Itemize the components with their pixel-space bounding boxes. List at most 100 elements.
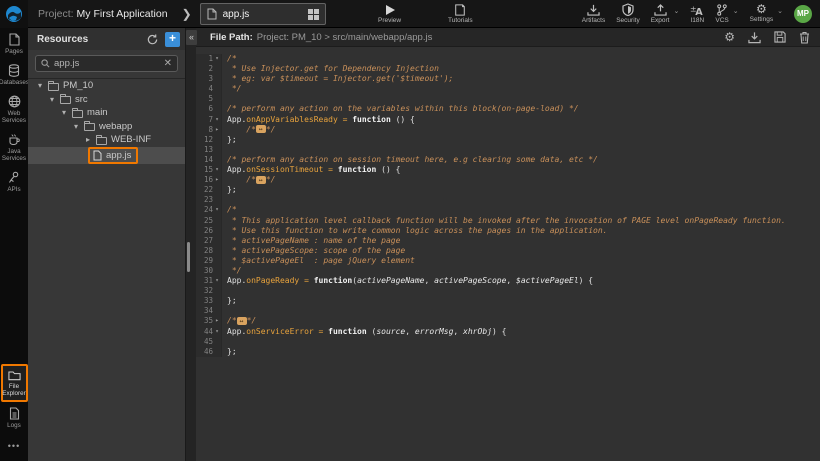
editor-settings-gear-icon[interactable]: ⚙ [724,31,735,43]
tree-item-folder[interactable]: ▾ main [28,106,185,120]
code-line[interactable]: /* perform any action on the variables w… [222,104,820,114]
code-line[interactable]: * $activePageEl : page jQuery element [222,256,820,266]
code-line[interactable]: App.onAppVariablesReady = function () { [222,115,820,125]
vcs-chevron-icon[interactable]: ⌄ [733,7,739,15]
gutter-line[interactable]: 14 [196,155,221,165]
vcs-button[interactable]: VCS [715,4,728,24]
tree-item-folder[interactable]: ▾ webapp [28,120,185,134]
gutter-line[interactable]: 5 [196,94,221,104]
code-line[interactable]: /*↔*/ [222,316,820,326]
open-file-tab[interactable]: app.js [200,3,326,25]
settings-chevron-icon[interactable]: ⌄ [777,7,783,15]
save-icon[interactable] [774,31,786,43]
code-line[interactable]: }; [222,135,820,145]
code-line[interactable] [222,94,820,104]
gutter-line[interactable]: 33 [196,296,221,306]
refresh-icon[interactable] [147,34,158,45]
download-file-icon[interactable] [748,31,761,44]
gutter-line[interactable]: 8▸ [196,125,221,135]
app-logo[interactable] [0,0,28,28]
tree-item-file-selected[interactable]: app.js [28,147,185,164]
gutter-line[interactable]: 23 [196,195,221,205]
user-avatar[interactable]: MP [794,5,812,23]
code-line[interactable] [222,306,820,316]
sidebar-item-databases[interactable]: Databases [0,59,28,90]
code-line[interactable]: * activePageName : name of the page [222,236,820,246]
code-line[interactable] [222,145,820,155]
sidebar-item-file-explorer[interactable]: File Explorer [1,364,28,402]
tree-item-folder[interactable]: ▾ src [28,93,185,107]
fold-closed-icon[interactable]: ▸ [213,125,221,135]
gutter-line[interactable]: 30 [196,266,221,276]
code-line[interactable]: /*↔*/ [222,125,820,135]
gutter-line[interactable]: 1▾ [196,54,221,64]
caret-icon[interactable]: ▸ [84,135,92,144]
code-line[interactable]: */ [222,84,820,94]
code-line[interactable]: /*↔*/ [222,175,820,185]
sidebar-item-logs[interactable]: Logs [0,402,28,433]
code-line[interactable]: /* [222,205,820,215]
sidebar-more-button[interactable]: ••• [8,433,20,461]
gutter-line[interactable]: 27 [196,236,221,246]
gutter-line[interactable]: 16▸ [196,175,221,185]
collapsed-fold-pill[interactable]: ↔ [237,317,247,325]
delete-trash-icon[interactable] [799,31,810,44]
code-line[interactable]: * Use Injector.get for Dependency Inject… [222,64,820,74]
sidebar-item-pages[interactable]: Pages [0,28,28,59]
fold-open-icon[interactable]: ▾ [213,327,221,337]
gutter-line[interactable]: 29 [196,256,221,266]
export-chevron-icon[interactable]: ⌄ [674,7,680,15]
gutter-line[interactable]: 2 [196,64,221,74]
collapsed-fold-pill[interactable]: ↔ [256,176,266,184]
gutter-line[interactable]: 7▾ [196,115,221,125]
i18n-button[interactable]: ± A I18N [690,4,704,24]
collapsed-fold-pill[interactable]: ↔ [256,125,266,133]
scrollbar-thumb[interactable] [187,242,190,272]
project-breadcrumb[interactable]: Project: My First Application [38,8,168,20]
code-line[interactable]: App.onServiceError = function (source, e… [222,327,820,337]
caret-icon[interactable]: ▾ [60,108,68,117]
fold-open-icon[interactable]: ▾ [213,276,221,286]
collapse-panel-button[interactable]: « [186,30,197,45]
code-line[interactable]: }; [222,185,820,195]
gutter-line[interactable]: 12 [196,135,221,145]
sidebar-item-web-services[interactable]: Web Services [0,90,28,128]
export-button[interactable]: Export [651,4,670,24]
tree-item-folder[interactable]: ▸ WEB-INF [28,133,185,147]
fold-open-icon[interactable]: ▾ [213,115,221,125]
code-line[interactable]: * eg: var $timeout = Injector.get('$time… [222,74,820,84]
fold-open-icon[interactable]: ▾ [213,54,221,64]
sidebar-item-java-services[interactable]: Java Services [0,128,28,166]
gutter-line[interactable]: 6 [196,104,221,114]
sidebar-item-apis[interactable]: APIs [0,166,28,197]
fold-closed-icon[interactable]: ▸ [213,175,221,185]
gutter-line[interactable]: 24▾ [196,205,221,215]
code-line[interactable]: * Use this function to write common logi… [222,226,820,236]
add-resource-button[interactable]: + [165,32,180,47]
code-line[interactable] [222,195,820,205]
clear-search-icon[interactable]: ✕ [164,58,172,69]
gutter-line[interactable]: 28 [196,246,221,256]
tree-item-folder[interactable]: ▾ PM_10 [28,79,185,93]
gutter-line[interactable]: 15▾ [196,165,221,175]
code-line[interactable]: */ [222,266,820,276]
code-line[interactable]: /* perform any action on session timeout… [222,155,820,165]
security-button[interactable]: Security [616,3,639,24]
tutorials-button[interactable]: Tutorials [448,4,473,24]
gutter-line[interactable]: 26 [196,226,221,236]
preview-button[interactable]: Preview [378,4,401,24]
gutter-line[interactable]: 46 [196,347,221,357]
gutter-line[interactable]: 13 [196,145,221,155]
gutter-line[interactable]: 45 [196,337,221,347]
caret-icon[interactable]: ▾ [72,122,80,131]
settings-button[interactable]: ⚙ Settings [750,4,774,23]
fold-closed-icon[interactable]: ▸ [213,316,221,326]
code-line[interactable] [222,337,820,347]
gutter-line[interactable]: 4 [196,84,221,94]
code-lines[interactable]: /* * Use Injector.get for Dependency Inj… [222,54,820,357]
code-line[interactable]: /* [222,54,820,64]
gutter-line[interactable]: 31▾ [196,276,221,286]
artifacts-button[interactable]: Artifacts [582,4,605,24]
gutter-line[interactable]: 3 [196,74,221,84]
code-line[interactable]: }; [222,296,820,306]
